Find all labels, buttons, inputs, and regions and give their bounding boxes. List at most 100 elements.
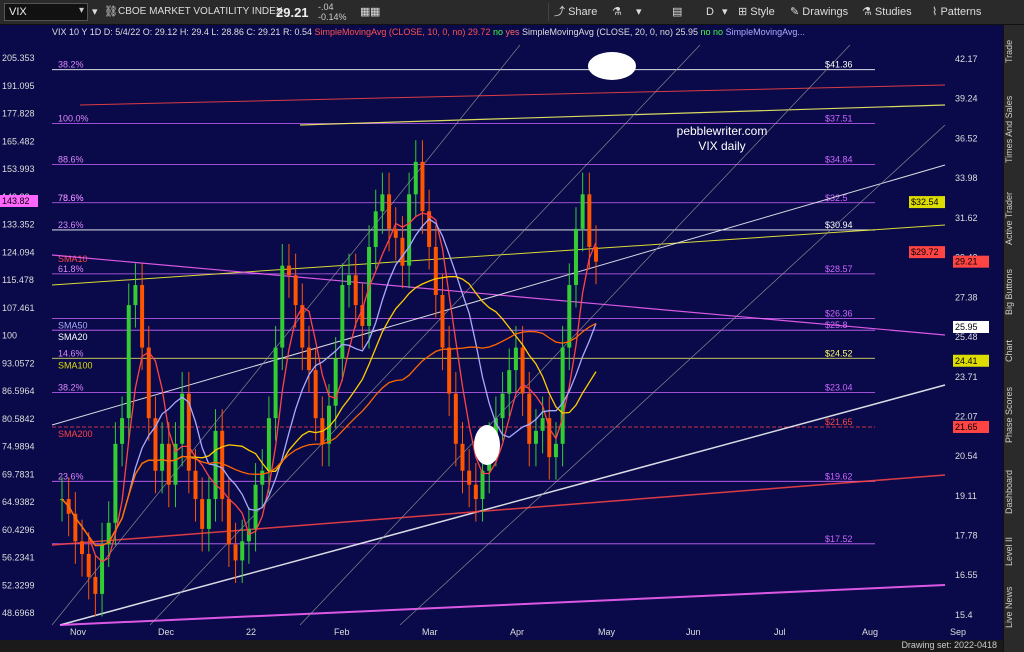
candle-body — [433, 246, 438, 295]
candle-body — [480, 470, 485, 500]
chevron-down-icon[interactable]: ▾ — [79, 5, 84, 16]
rail-item-chart[interactable]: Chart — [1004, 331, 1024, 371]
candle-body — [240, 541, 245, 561]
fib-left-label: 38.2% — [58, 383, 84, 393]
share-button[interactable]: ⤴ Share — [554, 3, 597, 21]
fib-left-label: 61.8% — [58, 264, 84, 274]
left-axis-tick: 52.3299 — [2, 580, 35, 590]
symbol-menu-icon[interactable]: ▾ — [92, 3, 98, 21]
right-axis-tick: 36.52 — [955, 133, 978, 143]
x-axis-tick: Apr — [510, 627, 524, 637]
candle-body — [467, 470, 472, 485]
patterns-button[interactable]: ⌇ Patterns — [932, 3, 981, 21]
right-axis-tick: 17.78 — [955, 531, 978, 541]
legend-sma20-val: 25.95 — [675, 27, 698, 37]
fill-icon[interactable]: ▦ — [360, 3, 370, 21]
symbol-input[interactable]: VIX ▾ — [4, 3, 88, 21]
candle-body — [387, 194, 392, 229]
fib-right-label: $21.65 — [825, 417, 853, 427]
candle-body — [100, 544, 105, 594]
rail-item-level-ii[interactable]: Level II — [1004, 529, 1024, 573]
candle-body — [353, 275, 358, 306]
legend-range: R: 0.54 — [282, 27, 312, 37]
legend-sma10-val: 29.72 — [467, 27, 491, 37]
flask-menu-icon[interactable]: ▾ — [636, 3, 642, 21]
candle-body — [507, 370, 512, 394]
candle-body — [340, 285, 345, 359]
drawings-label: Drawings — [802, 6, 849, 18]
candle-body — [567, 285, 572, 348]
price-tag-label: 143.82 — [2, 196, 30, 206]
fib-right-label: $19.62 — [825, 471, 853, 481]
rail-item-times-and-sales[interactable]: Times And Sales — [1004, 79, 1024, 179]
left-axis-tick: 48.6968 — [2, 608, 35, 618]
candle-body — [280, 265, 285, 348]
candle-body — [407, 194, 412, 266]
fib-right-label: $17.52 — [825, 534, 853, 544]
trend-line — [51, 224, 946, 286]
share-label: Share — [568, 6, 598, 18]
trend-line — [149, 44, 701, 626]
flask-icon[interactable]: ⚗ — [612, 3, 622, 21]
price-tag-label: $32.54 — [911, 197, 939, 207]
candle-body — [80, 541, 85, 554]
rail-item-phase-scores[interactable]: Phase Scores — [1004, 375, 1024, 455]
candle-body — [86, 553, 91, 577]
ma-label: SMA200 — [58, 429, 93, 439]
interval-button[interactable]: D — [706, 3, 714, 21]
price-tag-label: $29.72 — [911, 247, 939, 257]
price-tag-label: 24.41 — [955, 356, 978, 366]
trend-line — [299, 44, 851, 626]
right-axis-tick: 23.71 — [955, 372, 978, 382]
chart-footer: Drawing set: 2022-0418 — [0, 640, 1003, 652]
candle-body — [533, 430, 538, 444]
drawings-button[interactable]: ✎ Drawings — [790, 3, 848, 21]
left-axis-tick: 74.9894 — [2, 442, 35, 452]
style-button[interactable]: ⊞ Style — [738, 3, 775, 21]
x-axis-tick: Dec — [158, 627, 175, 637]
trend-line — [51, 44, 521, 626]
chart-canvas[interactable]: $41.36$37.51$34.84$32.5$30.94$28.57$26.3… — [0, 25, 1003, 652]
x-axis-tick: Nov — [70, 627, 87, 637]
candle-body — [140, 285, 145, 348]
rail-item-trade[interactable]: Trade — [1004, 31, 1024, 71]
left-axis-tick: 69.7831 — [2, 469, 35, 479]
studies-label: Studies — [874, 6, 912, 18]
chart-area[interactable]: $41.36 $37.51 $34.84 $32.5 $30.94 $28.57 $26.3… — [0, 25, 1003, 652]
right-axis-tick: 42.17 — [955, 54, 978, 64]
candle-body — [400, 237, 405, 266]
rail-item-big-buttons[interactable]: Big Buttons — [1004, 257, 1024, 327]
left-axis-tick: 153.993 — [2, 164, 35, 174]
rail-item-active-trader[interactable]: Active Trader — [1004, 183, 1024, 253]
rail-item-dashboard[interactable]: Dashboard — [1004, 459, 1024, 525]
highlight-ellipse — [588, 52, 636, 80]
candle-body — [273, 347, 278, 419]
x-axis-tick: 22 — [246, 627, 256, 637]
clipboard-icon[interactable]: ▤ — [672, 3, 682, 21]
rail-item-live-news[interactable]: Live News — [1004, 577, 1024, 637]
candle-body — [193, 470, 198, 500]
link-icon[interactable]: ⛓ — [104, 3, 118, 21]
candle-body — [527, 393, 532, 444]
fib-right-label: $28.57 — [825, 264, 853, 274]
studies-button[interactable]: ⚗ Studies — [862, 3, 912, 21]
x-axis-tick: Feb — [334, 627, 350, 637]
last-price: 29.21 — [276, 5, 309, 20]
candle-body — [113, 443, 118, 523]
legend-header: VIX 10 Y 1D — [52, 27, 102, 37]
left-axis-tick: 86.5964 — [2, 386, 35, 396]
candle-body — [380, 194, 385, 212]
price-tag-label: 21.65 — [955, 422, 978, 432]
candle-body — [473, 484, 478, 500]
interval-menu-icon[interactable]: ▾ — [722, 3, 728, 21]
candle-body — [233, 544, 238, 561]
fib-left-label: 23.6% — [58, 220, 84, 230]
style-label: Style — [750, 6, 775, 18]
left-axis-tick: 100 — [2, 331, 17, 341]
fill-pct-icon[interactable]: ▦ — [370, 3, 380, 21]
candle-body — [93, 576, 98, 594]
candle-body — [420, 161, 425, 212]
legend-date: D: 5/4/22 — [103, 27, 141, 37]
right-axis-tick: 33.98 — [955, 173, 978, 183]
x-axis-tick: Jul — [774, 627, 786, 637]
